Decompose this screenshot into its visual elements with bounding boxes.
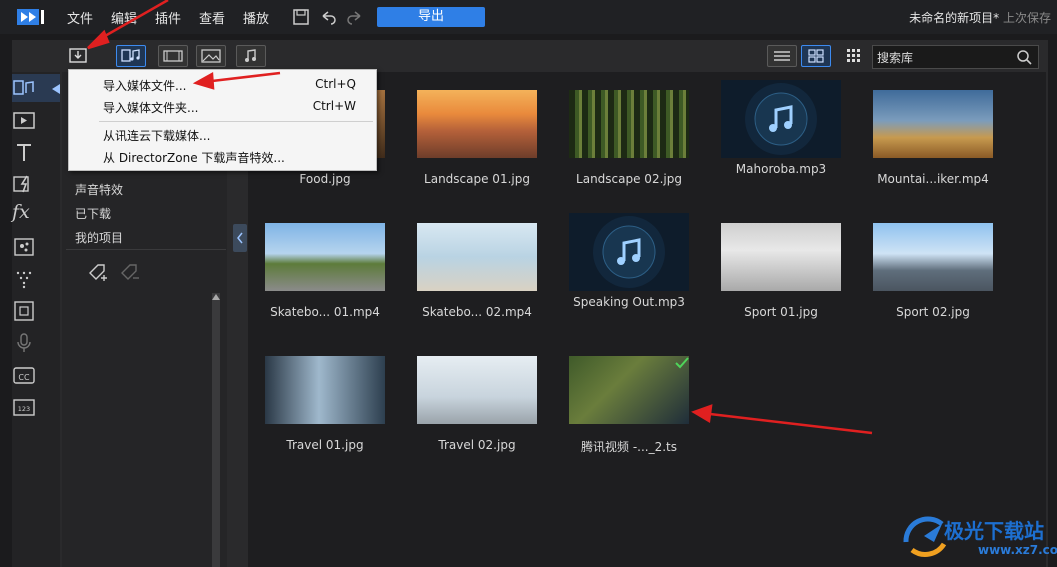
particle-room-icon[interactable] xyxy=(12,236,36,258)
menu-item-import-media-files[interactable]: 导入媒体文件... xyxy=(103,77,186,94)
watermark-url: www.xz7.com xyxy=(978,543,1057,557)
filter-video-button[interactable] xyxy=(158,45,188,67)
menu-item-download-cloud-media[interactable]: 从讯连云下载媒体... xyxy=(103,127,210,144)
menu-item-download-directorzone-sfx[interactable]: 从 DirectorZone 下载声音特效... xyxy=(103,149,285,166)
image-filter-icon xyxy=(201,49,221,63)
menu-view[interactable]: 查看 xyxy=(199,8,225,27)
watermark-text: 极光下载站 xyxy=(944,519,1044,543)
music-note-icon xyxy=(569,213,689,291)
audio-filter-icon xyxy=(245,49,256,62)
media-room-icon[interactable] xyxy=(12,78,36,100)
media-thumbnail xyxy=(265,356,385,424)
grid-view-icon xyxy=(808,49,824,63)
media-name: Skatebo... 01.mp4 xyxy=(270,305,380,319)
grid-view-button[interactable] xyxy=(801,45,831,67)
shortcut-label: Ctrl+W xyxy=(312,99,356,113)
svg-text:123: 123 xyxy=(18,405,30,413)
media-name: Landscape 02.jpg xyxy=(576,172,682,186)
chapter-room-icon[interactable]: 123 xyxy=(12,397,36,419)
media-name: Travel 02.jpg xyxy=(438,438,516,452)
media-name: 腾讯视频 -..._2.ts xyxy=(581,440,677,454)
undo-icon[interactable] xyxy=(318,7,338,27)
media-name: Speaking Out.mp3 xyxy=(573,295,685,309)
media-name: Food.jpg xyxy=(299,172,351,186)
svg-text:CC: CC xyxy=(18,373,30,382)
media-filter-icon xyxy=(121,49,140,62)
save-icon[interactable] xyxy=(291,7,311,27)
media-name: Travel 01.jpg xyxy=(286,438,364,452)
music-note-icon xyxy=(721,80,841,158)
title-room-icon[interactable] xyxy=(12,142,36,164)
library-item-my-projects[interactable]: 我的项目 xyxy=(75,229,123,246)
last-saved-label: 上次保存 xyxy=(1002,11,1051,25)
menu-plugins[interactable]: 插件 xyxy=(155,8,181,27)
chevron-left-icon xyxy=(237,232,243,244)
fx-room-icon[interactable]: fx xyxy=(12,201,36,223)
media-thumbnail xyxy=(721,223,841,291)
menu-item-import-media-folder[interactable]: 导入媒体文件夹... xyxy=(103,99,198,116)
app-logo-icon xyxy=(17,9,44,25)
media-name: Mountai...iker.mp4 xyxy=(877,172,989,186)
media-thumbnail xyxy=(417,90,537,158)
media-thumbnail xyxy=(873,90,993,158)
search-input[interactable] xyxy=(875,48,1014,68)
filter-all-media-button[interactable] xyxy=(116,45,146,67)
import-media-button[interactable] xyxy=(68,45,98,67)
media-name: Landscape 01.jpg xyxy=(424,172,530,186)
rail-pointer-icon xyxy=(52,84,60,94)
search-box[interactable] xyxy=(872,45,1039,69)
library-item-downloaded[interactable]: 已下载 xyxy=(75,205,111,222)
library-item-sound-effects[interactable]: 声音特效 xyxy=(75,181,123,198)
media-name: Sport 01.jpg xyxy=(744,305,818,319)
media-name: Skatebo... 02.mp4 xyxy=(422,305,532,319)
menu-playback[interactable]: 播放 xyxy=(243,8,269,27)
media-thumbnail xyxy=(265,223,385,291)
menu-file[interactable]: 文件 xyxy=(67,8,93,27)
collapse-panel-button[interactable] xyxy=(233,224,247,252)
thumbnail-size-icon[interactable] xyxy=(846,48,862,64)
media-name: Mahoroba.mp3 xyxy=(735,162,827,176)
import-dropdown-menu: 导入媒体文件... Ctrl+Q 导入媒体文件夹... Ctrl+W 从讯连云下… xyxy=(68,69,377,171)
library-scrollbar[interactable] xyxy=(212,293,220,567)
menu-separator xyxy=(99,121,373,122)
media-thumbnail xyxy=(873,223,993,291)
divider xyxy=(66,249,226,250)
media-name: Sport 02.jpg xyxy=(896,305,970,319)
menu-edit[interactable]: 编辑 xyxy=(111,8,137,27)
filter-audio-button[interactable] xyxy=(236,45,266,67)
list-view-button[interactable] xyxy=(767,45,797,67)
checkmark-icon xyxy=(675,357,689,369)
add-tag-icon[interactable] xyxy=(86,261,110,285)
video-filter-icon xyxy=(163,50,183,62)
export-button[interactable]: 导出 xyxy=(377,7,485,27)
template-room-icon[interactable] xyxy=(12,110,36,132)
media-thumbnail xyxy=(569,90,689,158)
project-name: 未命名的新项目* xyxy=(909,11,1000,25)
media-thumbnail xyxy=(569,356,689,424)
subtitle-room-icon[interactable]: CC xyxy=(12,365,36,387)
remove-tag-icon[interactable] xyxy=(118,261,142,285)
microphone-icon[interactable] xyxy=(12,332,36,354)
project-title: 未命名的新项目* 上次保存 xyxy=(909,9,1051,26)
menu-bar: 文件 编辑 插件 查看 播放 导出 未命名的新项目* 上次保存 xyxy=(0,0,1057,34)
effects-room-icon[interactable] xyxy=(12,268,36,290)
list-view-icon xyxy=(774,51,790,61)
media-thumbnail xyxy=(417,223,537,291)
filter-image-button[interactable] xyxy=(196,45,226,67)
pip-room-icon[interactable] xyxy=(12,300,36,322)
search-icon[interactable] xyxy=(1016,49,1032,65)
scroll-up-icon[interactable] xyxy=(212,294,220,300)
redo-icon[interactable] xyxy=(345,7,365,27)
transition-room-icon[interactable] xyxy=(12,173,36,195)
import-icon xyxy=(69,48,87,63)
shortcut-label: Ctrl+Q xyxy=(315,77,356,91)
media-thumbnail xyxy=(417,356,537,424)
